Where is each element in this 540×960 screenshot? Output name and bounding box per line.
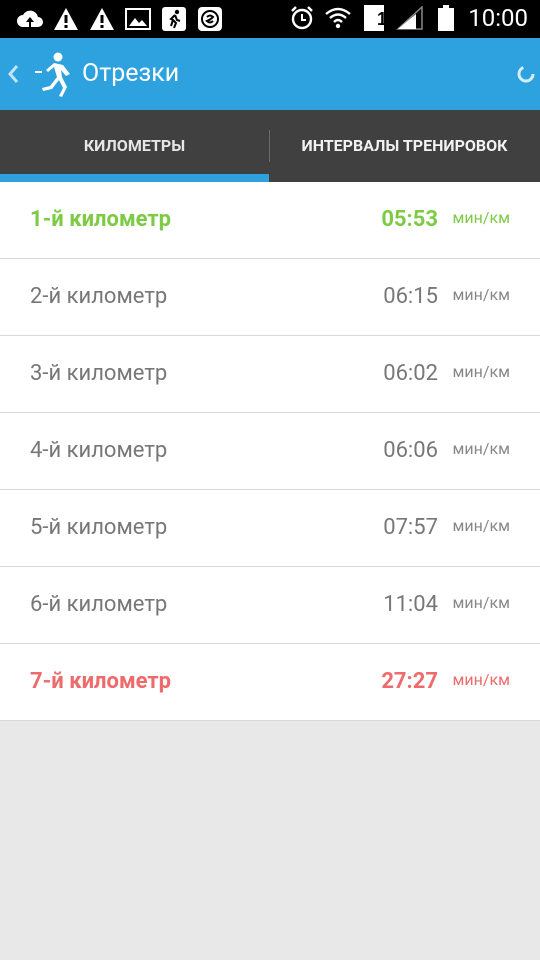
image-icon <box>124 5 152 33</box>
split-unit: мин/км <box>452 285 510 304</box>
system-icons: 10:00 <box>288 4 528 32</box>
tab-kilometers[interactable]: КИЛОМЕТРЫ <box>0 110 269 182</box>
chevron-left-icon[interactable] <box>4 60 22 88</box>
split-label: 3-й километр <box>30 361 168 386</box>
split-time: 05:53 <box>381 207 438 232</box>
split-time: 06:06 <box>383 438 438 463</box>
split-label: 2-й километр <box>30 284 168 309</box>
warning-icon <box>88 5 116 33</box>
list-item[interactable]: 6-й километр 11:04 мин/км <box>0 567 540 644</box>
split-label: 4-й километр <box>30 438 168 463</box>
split-unit: мин/км <box>452 208 510 227</box>
split-label: 6-й километр <box>30 592 168 617</box>
split-time: 27:27 <box>381 669 438 694</box>
cloud-upload-icon <box>16 5 44 33</box>
alarm-icon <box>288 4 316 32</box>
list-item[interactable]: 7-й километр 27:27 мин/км <box>0 644 540 721</box>
battery-icon <box>432 4 460 32</box>
list-item[interactable]: 5-й километр 07:57 мин/км <box>0 490 540 567</box>
page-title: Отрезки <box>82 59 180 88</box>
status-bar: 10:00 <box>0 0 540 38</box>
list-item[interactable]: 2-й километр 06:15 мин/км <box>0 259 540 336</box>
runner-icon <box>160 5 188 33</box>
tab-bar: КИЛОМЕТРЫ ИНТЕРВАЛЫ ТРЕНИРОВОК <box>0 110 540 182</box>
split-label: 7-й километр <box>30 669 172 694</box>
sim-slot-label: 1 <box>376 9 387 29</box>
split-time: 06:15 <box>383 284 438 309</box>
list-item[interactable]: 1-й километр 05:53 мин/км <box>0 182 540 259</box>
notification-icons <box>16 5 224 33</box>
clock: 10:00 <box>468 4 528 32</box>
loading-spinner-icon <box>516 64 536 84</box>
tab-training-intervals[interactable]: ИНТЕРВАЛЫ ТРЕНИРОВОК <box>269 110 540 182</box>
split-unit: мин/км <box>452 670 510 689</box>
split-unit: мин/км <box>452 516 510 535</box>
warning-icon <box>52 5 80 33</box>
tab-divider <box>269 130 270 162</box>
shazam-icon <box>196 5 224 33</box>
split-unit: мин/км <box>452 362 510 381</box>
split-unit: мин/км <box>452 439 510 458</box>
split-time: 11:04 <box>383 592 438 617</box>
list-item[interactable]: 4-й километр 06:06 мин/км <box>0 413 540 490</box>
list-item[interactable]: 3-й километр 06:02 мин/км <box>0 336 540 413</box>
action-bar: Отрезки <box>0 38 540 110</box>
split-time: 06:02 <box>383 361 438 386</box>
runner-icon[interactable] <box>32 50 72 98</box>
wifi-icon <box>324 4 352 32</box>
tab-selected-indicator <box>0 174 269 182</box>
split-label: 5-й километр <box>30 515 168 540</box>
split-label: 1-й километр <box>30 207 172 232</box>
splits-list: 1-й километр 05:53 мин/км 2-й километр 0… <box>0 182 540 721</box>
split-unit: мин/км <box>452 593 510 612</box>
signal-icon <box>396 4 424 32</box>
split-time: 07:57 <box>383 515 438 540</box>
